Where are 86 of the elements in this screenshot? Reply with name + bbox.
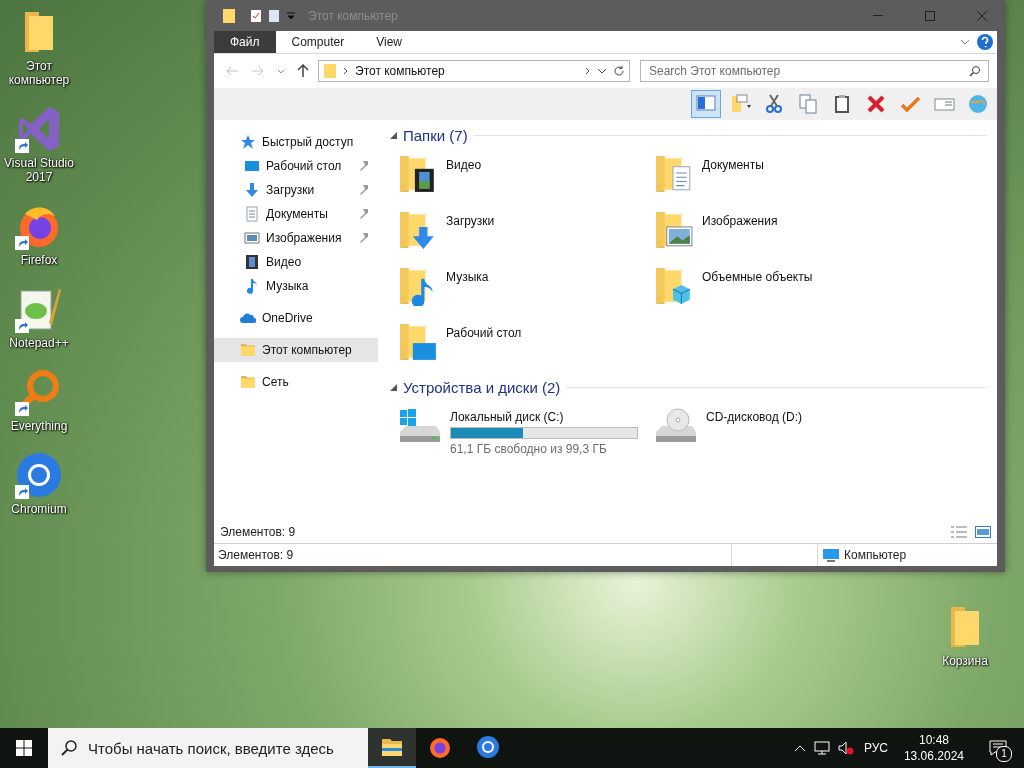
folder-label[interactable]: Документы: [702, 158, 764, 172]
chevron-right-icon: [343, 67, 349, 75]
circle-logo-icon: [476, 735, 500, 759]
folder-label[interactable]: Музыка: [446, 270, 489, 284]
folder-icon: [240, 342, 256, 358]
nav-item[interactable]: Документы: [214, 202, 378, 226]
notifications-button[interactable]: 1: [978, 728, 1018, 768]
collapse-triangle-icon[interactable]: [390, 383, 397, 391]
status-location: Компьютер: [844, 548, 907, 562]
chevron-down-icon: [277, 68, 285, 74]
search-icon: [60, 739, 78, 757]
ribbon-tab[interactable]: Computer: [275, 31, 361, 53]
folder-label[interactable]: Изображения: [702, 214, 778, 228]
refresh-icon: [613, 65, 625, 77]
folder-label[interactable]: Видео: [446, 158, 482, 172]
desktop-icon-label[interactable]: Everything: [10, 419, 68, 433]
section-title: Папки (7): [403, 126, 468, 144]
ribbon-tab[interactable]: View: [360, 31, 418, 53]
nav-item[interactable]: Видео: [214, 250, 378, 274]
up-arrow-icon: [297, 64, 309, 78]
film-icon: [244, 254, 260, 270]
folder-icon: [240, 374, 256, 390]
desktop-icon-label[interactable]: Chromium: [11, 502, 67, 516]
speech-bubble-icon: [989, 740, 1007, 756]
collapse-triangle-icon[interactable]: [390, 131, 397, 139]
nav-item[interactable]: Этот компьютер: [214, 338, 378, 362]
muted-speaker-icon[interactable]: [837, 741, 854, 755]
language-indicator[interactable]: РУС: [861, 741, 890, 755]
windows-logo-icon: [16, 740, 32, 756]
status-item-count: Элементов: 9: [218, 548, 294, 562]
section-title: Устройства и диски (2): [403, 378, 561, 396]
folder-icon: [729, 93, 751, 115]
maximize-icon: [925, 10, 935, 21]
taskbar-app-button[interactable]: [368, 728, 416, 768]
desktop-icon-label[interactable]: Firefox: [20, 253, 58, 267]
globe-icon: [967, 93, 989, 115]
address-bar[interactable]: Этот компьютер: [318, 60, 630, 82]
scissors-icon: [763, 93, 785, 115]
page-icon: [268, 8, 280, 23]
down-arrow-icon: [244, 182, 260, 198]
chevron-down-icon: [960, 39, 970, 45]
monitor-icon: [244, 158, 260, 174]
nav-item[interactable]: Загрузки: [214, 178, 378, 202]
free-space-text: 61,1 ГБ свободно из 99,3 ГБ: [450, 442, 608, 456]
nav-item[interactable]: Быстрый доступ: [214, 130, 378, 154]
nav-item[interactable]: Музыка: [214, 274, 378, 298]
desktop-icon-label[interactable]: Notepad++: [9, 336, 69, 350]
folder-label[interactable]: Рабочий стол: [446, 326, 522, 340]
minimize-icon: [873, 14, 883, 17]
cross-icon: [865, 93, 887, 115]
nav-item[interactable]: Сеть: [214, 370, 378, 394]
nav-item[interactable]: Изображения: [214, 226, 378, 250]
nav-item[interactable]: Рабочий стол: [214, 154, 378, 178]
desktop-icon-label[interactable]: Visual Studio 2017: [0, 156, 78, 184]
taskbar-search-field[interactable]: Чтобы начать поиск, введите здесь: [48, 728, 368, 768]
folder-label[interactable]: Загрузки: [446, 214, 495, 228]
nav-item[interactable]: OneDrive: [214, 306, 378, 330]
item-count: Элементов: 9: [220, 525, 296, 539]
circle-logo-icon: [15, 451, 63, 499]
tiles-view-icon[interactable]: [975, 526, 991, 538]
drive-label[interactable]: Локальный диск (C:): [450, 410, 638, 424]
toolbar-button[interactable]: [691, 90, 721, 118]
left-arrow-icon: [225, 66, 239, 76]
network-icon[interactable]: [813, 741, 830, 755]
chevron-up-icon[interactable]: [793, 744, 806, 752]
search-field[interactable]: Search Этот компьютер: [640, 60, 989, 82]
star-icon: [240, 134, 256, 150]
monitor-icon: [822, 548, 840, 562]
checklist-icon: [250, 8, 262, 23]
picture-icon: [244, 230, 260, 246]
close-icon: [977, 10, 987, 21]
chevron-down-icon: [597, 68, 607, 74]
folder-icon: [323, 63, 337, 79]
drive-label[interactable]: CD-дисковод (D:): [706, 410, 803, 424]
copy-icon: [797, 93, 819, 115]
document-icon: [244, 206, 260, 222]
dropdown-icon: [286, 11, 296, 20]
clock[interactable]: 10:48 13.06.2024: [897, 732, 970, 764]
ribbon-tab[interactable]: Файл: [214, 31, 276, 53]
folder-label[interactable]: Объемные объекты: [702, 270, 813, 284]
search-icon: [969, 65, 981, 77]
fox-globe-icon: [428, 735, 452, 759]
desktop-icon-label[interactable]: Этот компьютер: [0, 59, 78, 87]
right-arrow-icon: [251, 66, 265, 76]
folder-icon: [222, 7, 236, 24]
chevron-right-icon: [585, 67, 591, 75]
